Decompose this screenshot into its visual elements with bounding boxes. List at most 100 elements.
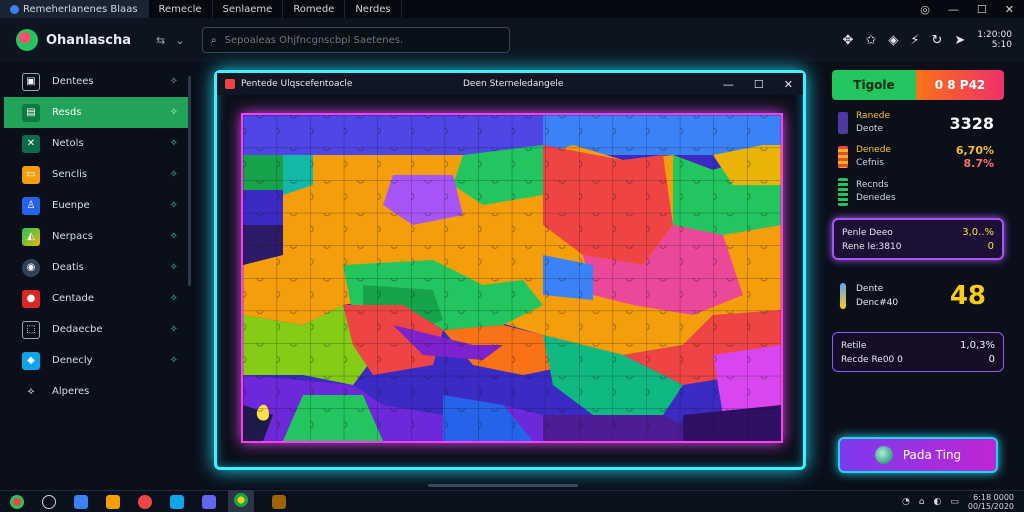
close-icon[interactable]: ✕ xyxy=(1005,3,1014,16)
play-button[interactable]: Pada Ting xyxy=(838,437,998,473)
pin-icon[interactable]: ✧ xyxy=(170,76,178,87)
notification-icon[interactable]: ◔ xyxy=(902,497,910,507)
box-icon: ⬚ xyxy=(22,320,40,339)
stat-2-value-1: 6,70% xyxy=(955,144,994,157)
tab-1[interactable]: Remeherlanenes Blaas xyxy=(0,0,149,18)
sidebar-item-netols[interactable]: ✕ Netols ✧ xyxy=(4,128,190,159)
card-1-value-1: 3,0..% xyxy=(962,227,994,238)
sidebar-item-resds[interactable]: ▤ Resds ✧ xyxy=(4,97,190,128)
sidebar-item-deatis[interactable]: ◉ Deatis ✧ xyxy=(4,252,190,283)
chat-icon[interactable] xyxy=(202,494,216,509)
nav-arrows: ⇆ ⌄ xyxy=(156,34,196,47)
tray-clock[interactable]: 6:18 0000 00/15/2020 xyxy=(968,493,1014,511)
battery-tray-icon[interactable]: ▭ xyxy=(950,497,959,507)
browser-icon[interactable] xyxy=(138,494,152,509)
settings-icon: ⟡ xyxy=(27,386,35,397)
sidebar-item-nerpacs[interactable]: ◭ Nerpacs ✧ xyxy=(4,221,190,252)
info-card-1[interactable]: Penle Deeo Rene le:3810 3,0..% 0 xyxy=(832,218,1004,260)
pin-icon[interactable]: ✧ xyxy=(170,107,178,118)
sidebar-item-label: Nerpacs xyxy=(52,231,93,242)
start-icon[interactable] xyxy=(10,494,24,509)
search-icon: ⌕ xyxy=(211,34,217,46)
send-icon[interactable]: ➤ xyxy=(954,33,965,48)
document-icon: ▤ xyxy=(22,103,40,122)
chevron-down-icon[interactable]: ⌄ xyxy=(175,34,184,47)
sidebar-item-alperes[interactable]: ⟡ Alperes xyxy=(4,376,190,407)
puzzle-icon[interactable]: ✥ xyxy=(843,33,854,48)
system-tray: ◔ ⌂ ◐ ▭ 6:18 0000 00/15/2020 xyxy=(902,493,1024,511)
minimize-icon[interactable]: — xyxy=(723,78,734,91)
pin-icon[interactable]: ✧ xyxy=(170,324,178,335)
app-name: Ohanlascha xyxy=(46,32,132,48)
refresh-icon[interactable]: ↻ xyxy=(931,33,942,48)
maximize-icon[interactable]: ☐ xyxy=(754,78,764,91)
stat-2-value-2: 8.7% xyxy=(963,157,994,170)
maximize-icon[interactable]: ☐ xyxy=(977,3,987,16)
tab-5[interactable]: Nerdes xyxy=(345,0,402,18)
card-2-label-2: Denc#40 xyxy=(856,298,899,308)
back-icon[interactable]: ⇆ xyxy=(156,34,165,47)
stat-row-1: Ranede Deote 3328 xyxy=(832,110,1004,136)
pin-icon[interactable]: ✧ xyxy=(170,138,178,149)
sidebar-item-centade[interactable]: ● Centade ✧ xyxy=(4,283,190,314)
stat-row-2: Denede Cefnis 6,70% 8.7% xyxy=(832,144,1004,170)
pin-icon[interactable]: ✧ xyxy=(170,355,178,366)
sidebar-item-denecly[interactable]: ◆ Denecly ✧ xyxy=(4,345,190,376)
right-panel: Tigole 0 8 P42 Ranede Deote 3328 Denede … xyxy=(832,70,1004,480)
score-right: 0 8 P42 xyxy=(916,70,1004,100)
puzzle-board[interactable] xyxy=(241,113,783,443)
stat-1-label-1: Ranede xyxy=(856,111,891,121)
chrome-icon xyxy=(234,493,248,507)
store-icon[interactable] xyxy=(170,494,184,509)
pin-icon[interactable]: ✧ xyxy=(170,262,178,273)
person-icon: ♙ xyxy=(22,196,40,215)
pin-icon[interactable]: ✧ xyxy=(170,169,178,180)
card-2-label-1: Dente xyxy=(856,284,884,294)
close-icon[interactable]: ✕ xyxy=(784,78,793,91)
minimize-icon[interactable]: — xyxy=(948,3,959,16)
sidebar-item-senclis[interactable]: ▭ Senclis ✧ xyxy=(4,159,190,190)
game-icon[interactable] xyxy=(272,494,286,509)
tab-4[interactable]: Romede xyxy=(283,0,346,18)
volume-icon[interactable]: ◐ xyxy=(934,497,942,507)
header-icons: ✥ ✩ ◈ ⚡ ↻ ➤ 1:20:00 5:10 xyxy=(843,30,1024,50)
app-icon xyxy=(10,4,19,14)
shield-icon[interactable]: ◎ xyxy=(920,3,930,16)
taskbar: ◔ ⌂ ◐ ▭ 6:18 0000 00/15/2020 xyxy=(0,490,1024,512)
tray-time: 6:18 0000 xyxy=(973,492,1014,502)
stat-3-label-1: Recnds xyxy=(856,180,889,190)
sidebar-item-label: Centade xyxy=(52,293,95,304)
window-controls: ◎ — ☐ ✕ xyxy=(920,0,1024,18)
clock: 1:20:00 5:10 xyxy=(977,30,1012,50)
stat-1-label-2: Deote xyxy=(856,124,884,134)
app-window: Remeherlanenes Blaas Remecle Senlaeme Ro… xyxy=(0,0,1024,512)
sidebar-item-dentees[interactable]: ▣ Dentees ✧ xyxy=(4,66,190,97)
sidebar-item-label: Netols xyxy=(52,138,84,149)
tab-strip: Remeherlanenes Blaas Remecle Senlaeme Ro… xyxy=(0,0,1024,18)
search-input[interactable] xyxy=(224,34,495,46)
tab-3[interactable]: Senlaeme xyxy=(213,0,284,18)
network-icon[interactable]: ⌂ xyxy=(919,497,925,507)
card-1-label-1: Penle Deeo xyxy=(842,228,893,238)
pin-icon[interactable]: ✧ xyxy=(170,293,178,304)
search-box[interactable]: ⌕ xyxy=(202,27,510,53)
taskbar-active-app[interactable] xyxy=(228,490,254,512)
pin-icon[interactable]: ✧ xyxy=(170,231,178,242)
folder-icon[interactable] xyxy=(106,494,120,509)
sidebar-item-label: Resds xyxy=(52,107,82,118)
star-icon[interactable]: ✩ xyxy=(865,33,876,48)
sidebar-scrollbar[interactable] xyxy=(188,76,191,286)
tab-2[interactable]: Remecle xyxy=(149,0,213,18)
clock-line-2: 5:10 xyxy=(991,40,1012,50)
sidebar-item-euenpe[interactable]: ♙ Euenpe ✧ xyxy=(4,190,190,221)
files-icon[interactable] xyxy=(74,494,88,509)
puzzle-map-graphic xyxy=(243,115,781,441)
pin-icon[interactable]: ✧ xyxy=(170,200,178,211)
cube-icon[interactable]: ◈ xyxy=(888,33,898,48)
logo-icon xyxy=(16,29,38,51)
info-card-3[interactable]: Retile Recde Re00 0 1,0,3% 0 xyxy=(832,332,1004,372)
lightning-icon[interactable]: ⚡ xyxy=(910,33,919,48)
horizontal-scrollbar[interactable] xyxy=(428,484,578,487)
sidebar-item-dedaecbe[interactable]: ⬚ Dedaecbe ✧ xyxy=(4,314,190,345)
search-icon[interactable] xyxy=(42,494,56,509)
